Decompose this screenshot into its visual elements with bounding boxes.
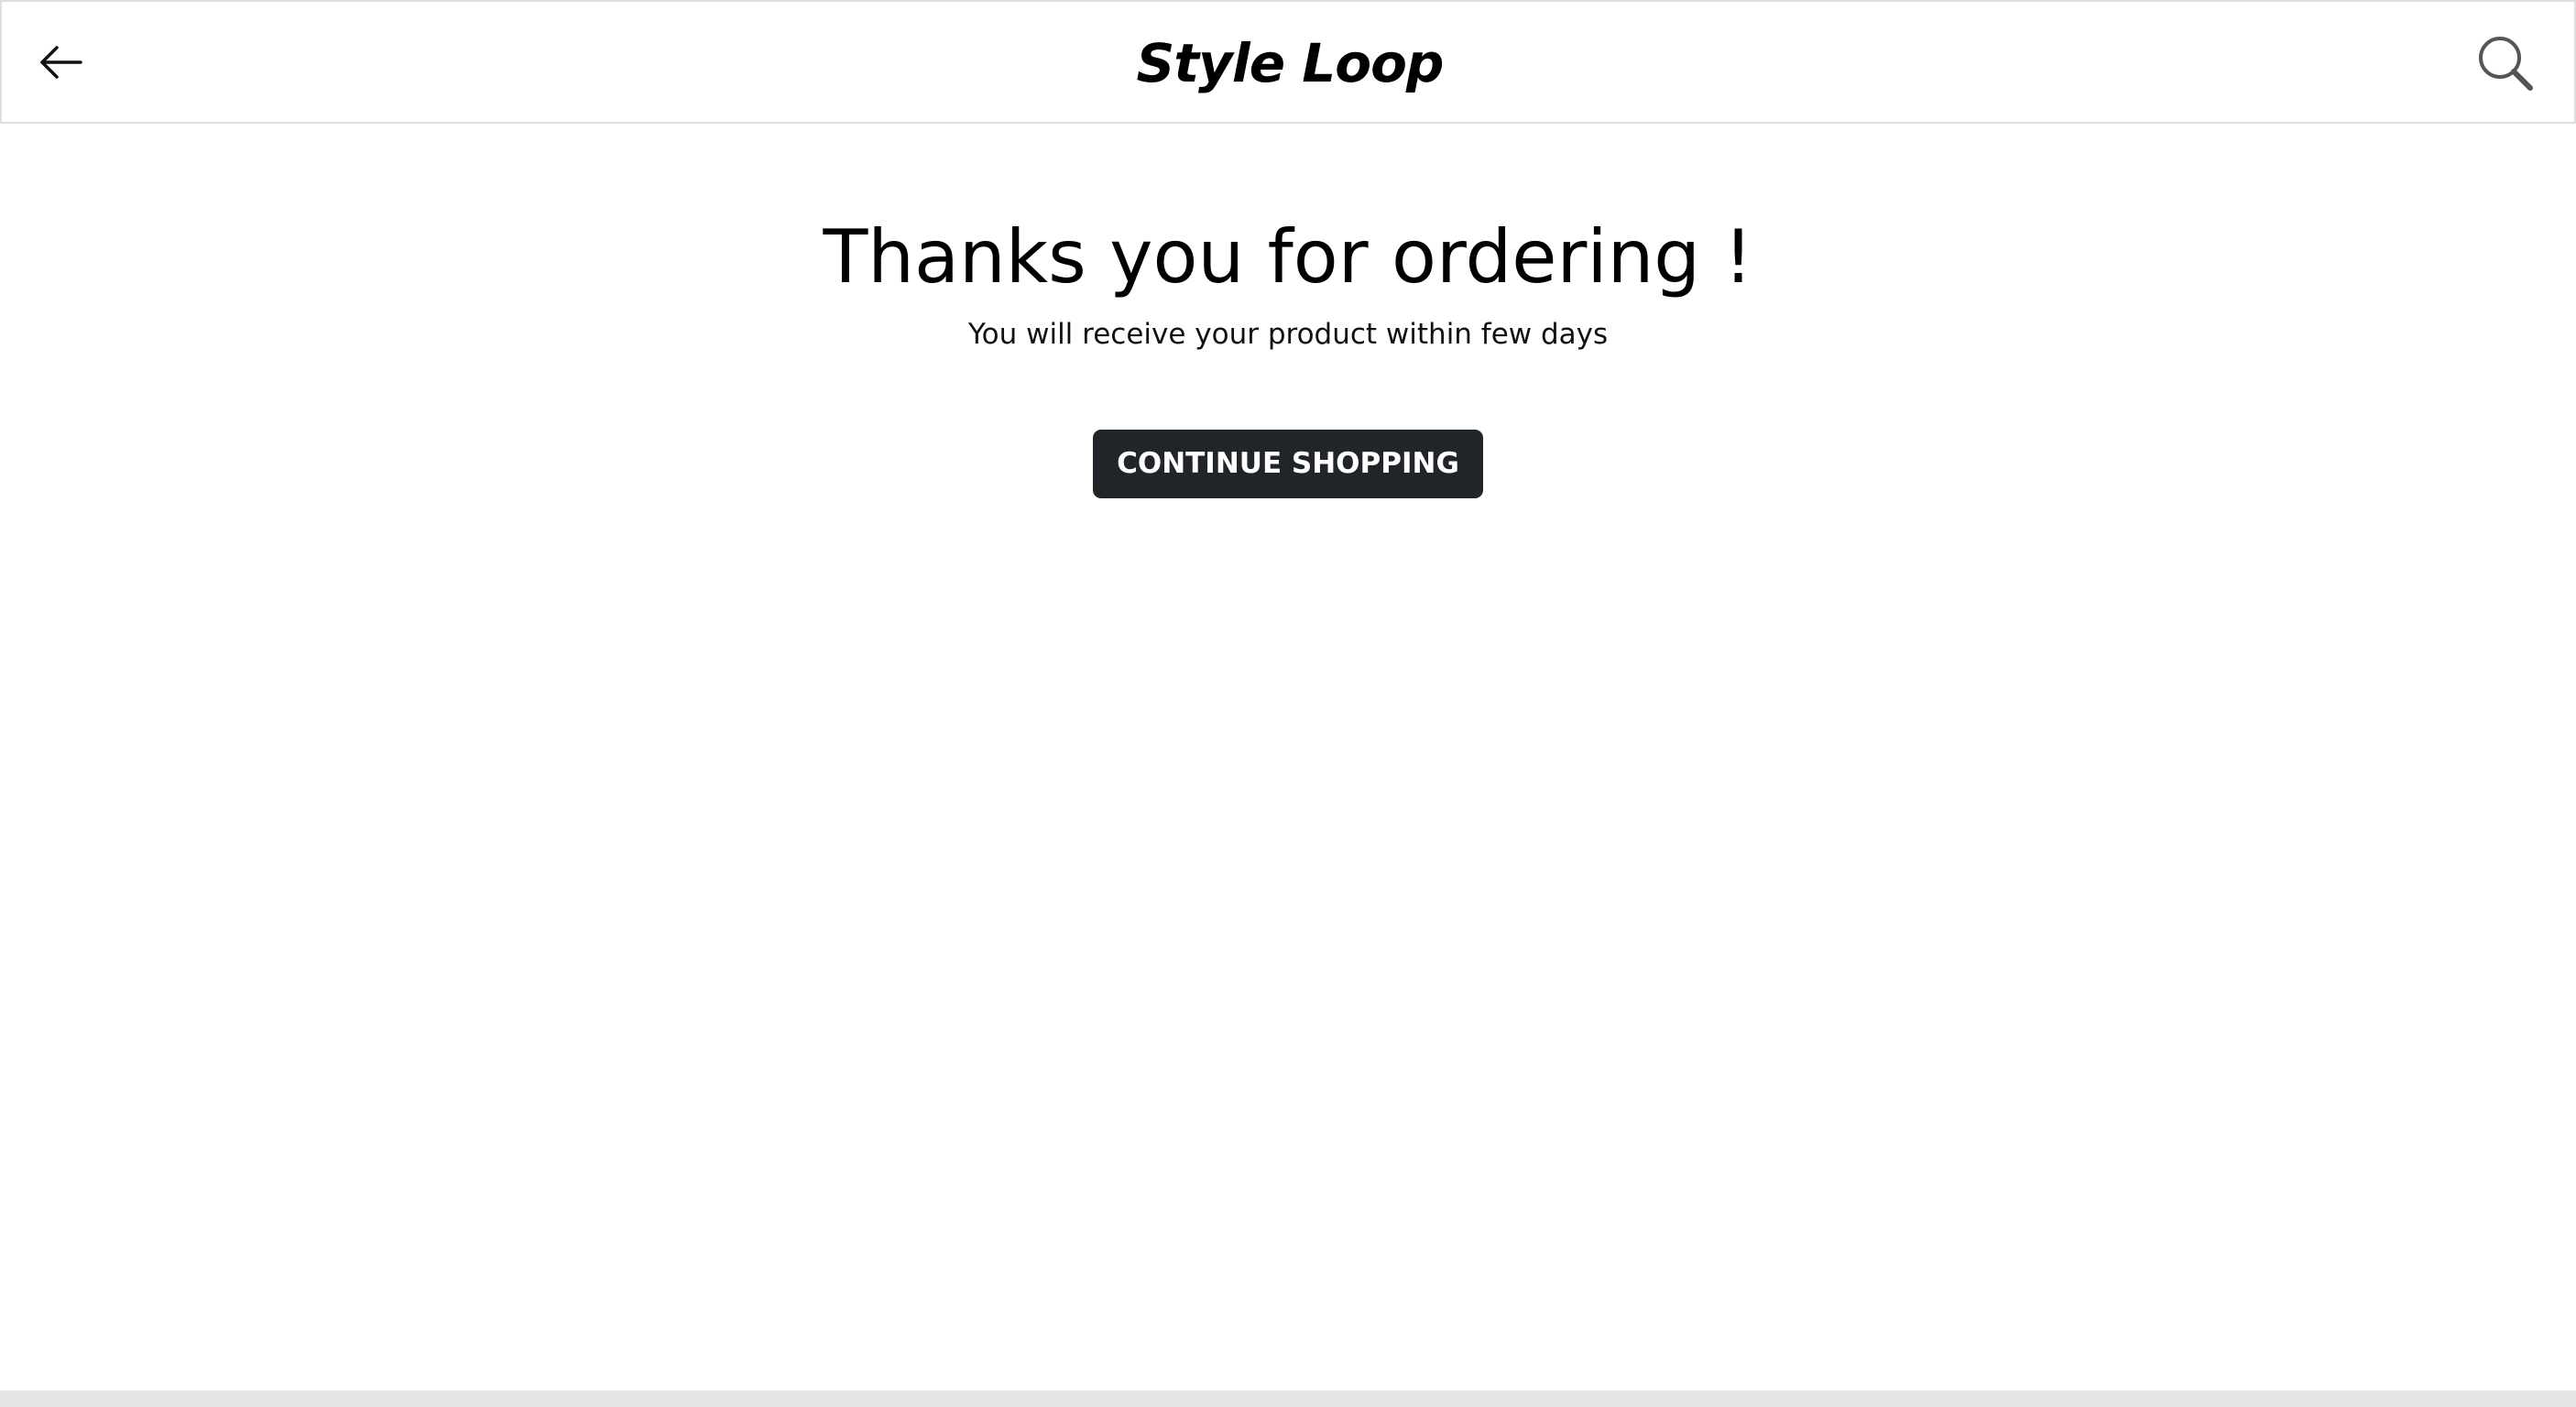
page: Style Loop Thanks you for ordering ! You… <box>0 0 2576 1407</box>
page-title: Thanks you for ordering ! <box>823 214 1753 300</box>
confirmation-message: You will receive your product within few… <box>967 318 1609 351</box>
brand-title: Style Loop <box>1136 32 1445 94</box>
confirmation-section: Thanks you for ordering ! You will recei… <box>0 124 2576 498</box>
search-button[interactable] <box>2475 33 2536 93</box>
continue-shopping-button[interactable]: CONTINUE SHOPPING <box>1093 430 1483 498</box>
back-button[interactable] <box>35 35 90 90</box>
top-navbar: Style Loop <box>0 0 2576 124</box>
bottom-scroll-bar <box>0 1391 2576 1407</box>
search-icon <box>2479 37 2533 91</box>
arrow-left-icon <box>40 46 82 79</box>
